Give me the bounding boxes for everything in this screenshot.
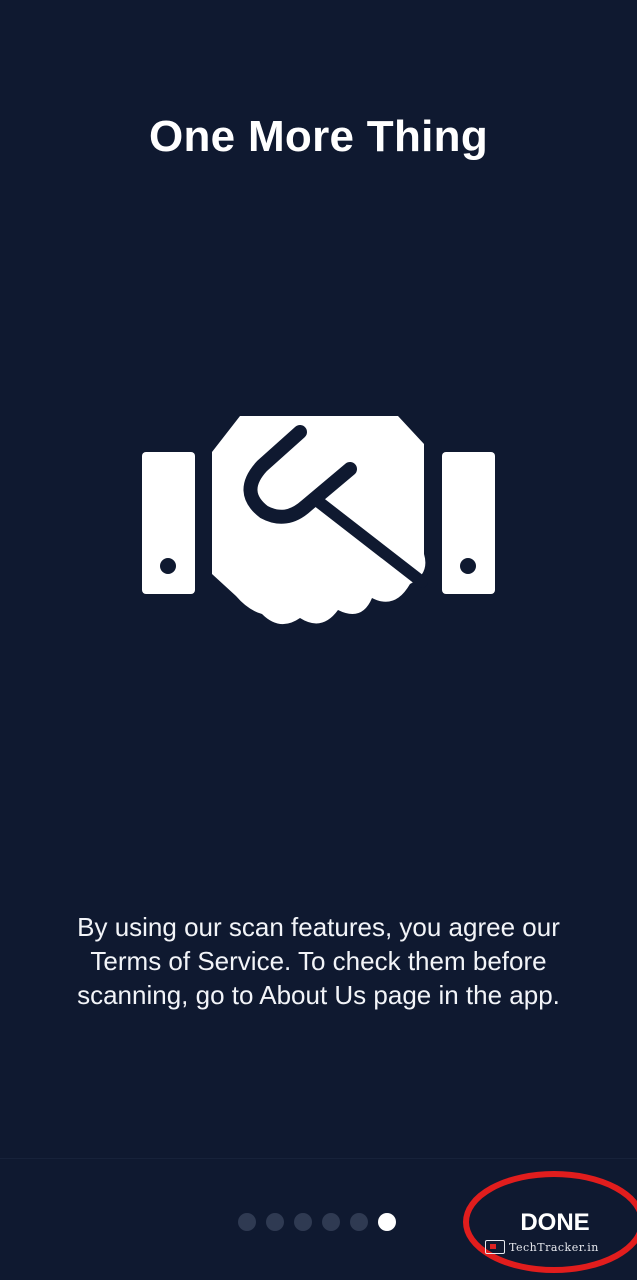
page-title: One More Thing — [148, 112, 489, 161]
left-cuff — [142, 452, 195, 594]
right-cuff — [442, 452, 495, 594]
page-indicator — [238, 1213, 396, 1231]
page-dot — [322, 1213, 340, 1231]
page-dot — [350, 1213, 368, 1231]
page-dot — [266, 1213, 284, 1231]
terms-description: By using our scan features, you agree ou… — [77, 912, 560, 1010]
browser-icon — [485, 1240, 505, 1254]
page-dot — [294, 1213, 312, 1231]
onboarding-screen: One More Thing By using our scan feature… — [0, 0, 637, 1280]
watermark-text: TechTracker.in — [509, 1240, 599, 1254]
watermark: TechTracker.in — [485, 1240, 599, 1254]
done-button[interactable]: DONE — [500, 1203, 610, 1243]
footer-divider — [0, 1158, 637, 1159]
page-dot-active — [378, 1213, 396, 1231]
handshake-icon — [142, 416, 495, 625]
page-dot — [238, 1213, 256, 1231]
clasped-hands — [212, 416, 428, 625]
